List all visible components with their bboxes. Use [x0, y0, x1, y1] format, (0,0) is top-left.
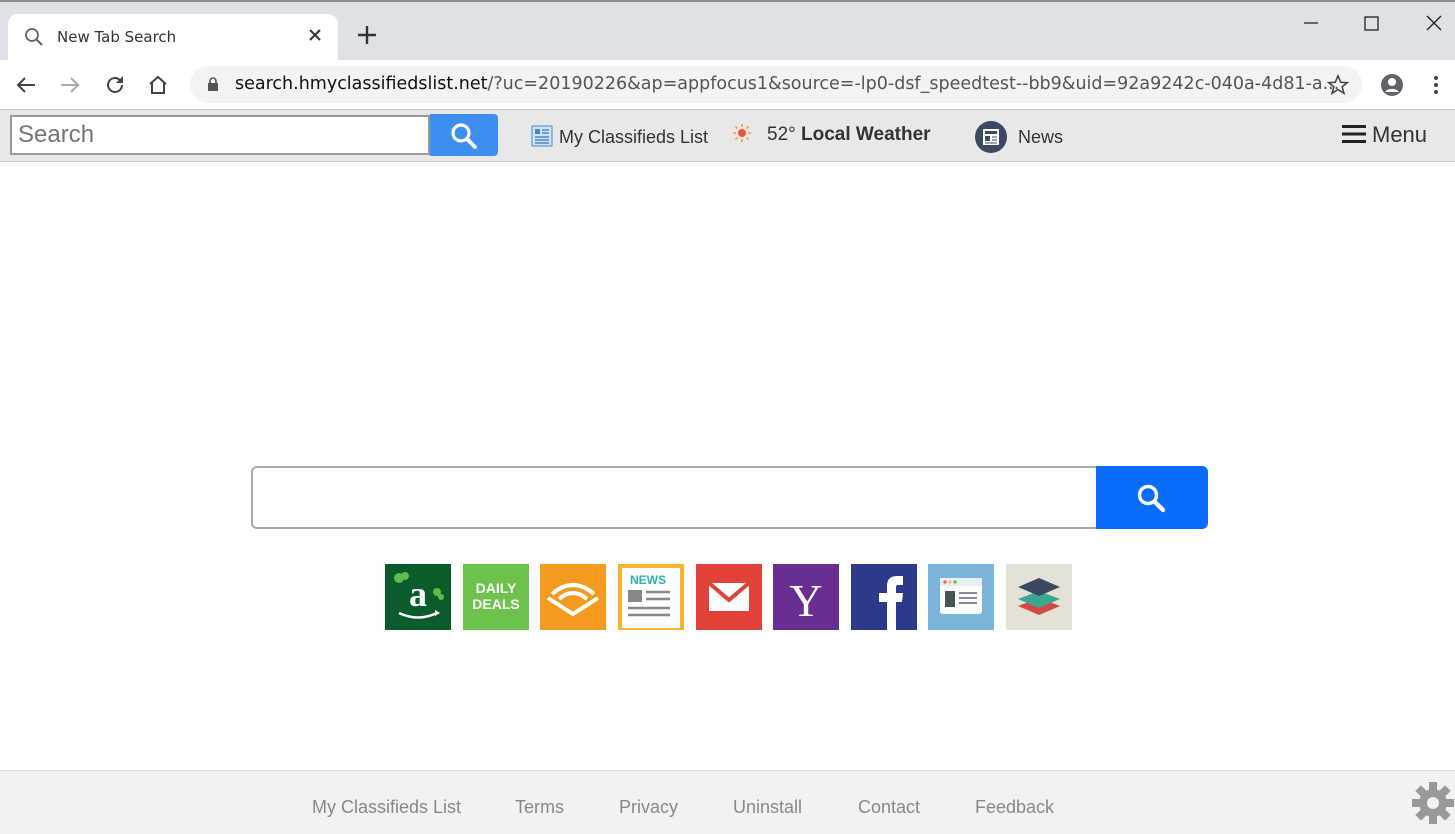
url-path: /?uc=20190226&ap=appfocus1&source=-lp0-d…: [487, 74, 1340, 94]
extension-toolbar: My Classifieds List 52° Local Weather Ne…: [0, 110, 1455, 162]
toolbar-search-button[interactable]: [430, 114, 498, 156]
browser-tab[interactable]: New Tab Search: [8, 14, 338, 62]
minimize-button[interactable]: [1298, 12, 1324, 36]
news-tile-icon[interactable]: NEWS: [618, 564, 684, 630]
footer-link-contact[interactable]: Contact: [858, 797, 920, 818]
more-vert-icon[interactable]: [1424, 73, 1448, 97]
news-label: News: [1018, 127, 1064, 147]
home-icon[interactable]: [146, 73, 170, 97]
facebook-tile-icon[interactable]: [851, 564, 917, 630]
footer-link-terms[interactable]: Terms: [515, 797, 564, 818]
close-window-button[interactable]: [1421, 12, 1447, 36]
new-tab-button[interactable]: [354, 22, 380, 48]
audible-tile-icon[interactable]: [540, 564, 606, 630]
hamburger-icon: [1342, 125, 1366, 143]
classifieds-icon: [531, 125, 553, 147]
footer-link-privacy[interactable]: Privacy: [619, 797, 678, 818]
url-text[interactable]: search.hmyclassifiedslist.net/?uc=201902…: [235, 74, 1339, 94]
url-host: search.hmyclassifiedslist.net: [235, 74, 488, 94]
search-icon: [1137, 484, 1166, 513]
svg-text:DAILY: DAILY: [476, 580, 517, 596]
amazon-tile-icon[interactable]: a: [385, 564, 451, 630]
close-tab-icon[interactable]: [304, 24, 326, 46]
news-icon: [975, 121, 1007, 153]
bookmark-star-icon[interactable]: [1327, 74, 1349, 96]
maximize-button[interactable]: [1359, 12, 1385, 36]
lock-icon: [208, 77, 218, 91]
browser-titlebar: New Tab Search: [0, 0, 1455, 62]
svg-text:Y: Y: [789, 575, 822, 626]
profile-avatar-icon[interactable]: [1380, 73, 1404, 97]
browser-window-tile-icon[interactable]: [928, 564, 994, 630]
classifieds-link[interactable]: My Classifieds List: [531, 125, 708, 148]
footer: My Classifieds List Terms Privacy Uninst…: [0, 770, 1455, 834]
forward-arrow-icon[interactable]: [58, 73, 82, 97]
weather-link[interactable]: 52° Local Weather: [733, 124, 931, 146]
search-icon: [451, 123, 477, 149]
layers-tile-icon[interactable]: [1006, 564, 1072, 630]
svg-text:NEWS: NEWS: [630, 573, 666, 587]
tab-title: New Tab Search: [57, 28, 177, 46]
back-arrow-icon[interactable]: [14, 73, 38, 97]
news-link[interactable]: News: [974, 120, 1063, 154]
address-bar[interactable]: search.hmyclassifiedslist.net/?uc=201902…: [190, 66, 1362, 103]
toolbar-search-input[interactable]: [10, 115, 430, 155]
browser-navbar: search.hmyclassifiedslist.net/?uc=201902…: [0, 60, 1455, 110]
gmail-tile-icon[interactable]: [696, 564, 762, 630]
gear-icon[interactable]: [1410, 780, 1455, 826]
classifieds-label: My Classifieds List: [559, 127, 709, 147]
footer-link-uninstall[interactable]: Uninstall: [733, 797, 802, 818]
svg-text:DEALS: DEALS: [472, 596, 519, 612]
search-icon: [25, 28, 43, 46]
main-search-button[interactable]: [1096, 466, 1208, 529]
footer-link-feedback[interactable]: Feedback: [975, 797, 1054, 818]
main-search-input[interactable]: [251, 466, 1097, 529]
menu-label: Menu: [1372, 122, 1428, 147]
svg-text:a: a: [409, 574, 427, 614]
yahoo-tile-icon[interactable]: Y: [773, 564, 839, 630]
weather-label: Local Weather: [801, 124, 931, 145]
daily-deals-tile-icon[interactable]: DAILYDEALS: [463, 564, 529, 630]
reload-icon[interactable]: [103, 73, 127, 97]
sun-icon: [733, 124, 751, 142]
temperature: 52°: [767, 124, 796, 145]
menu-button[interactable]: Menu: [1342, 122, 1427, 148]
footer-link-classifieds[interactable]: My Classifieds List: [312, 797, 461, 818]
